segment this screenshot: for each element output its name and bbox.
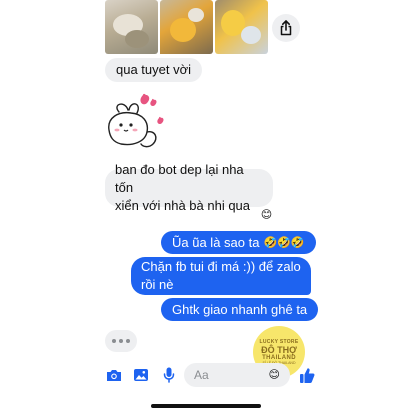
- emoji-button[interactable]: 😊: [269, 369, 280, 381]
- mic-button[interactable]: [160, 366, 178, 384]
- camera-icon: [107, 370, 121, 381]
- message-text: Ũa ũa là sao ta: [172, 234, 260, 250]
- reaction-emoji[interactable]: 😊: [259, 208, 274, 223]
- shared-photo[interactable]: [105, 0, 158, 54]
- typing-dots-icon: [112, 339, 116, 343]
- camera-button[interactable]: [105, 366, 123, 384]
- message-text: Ghtk giao nhanh ghê ta: [172, 301, 308, 317]
- outgoing-message[interactable]: Ghtk giao nhanh ghê ta: [161, 298, 319, 321]
- message-input[interactable]: Aa 😊: [184, 363, 290, 387]
- message-text: qua tuyet vời: [116, 62, 192, 77]
- incoming-message[interactable]: ban đo bot dep lại nha tốn xiển với nhà …: [105, 162, 273, 213]
- outgoing-message[interactable]: Ũa ũa là sao ta 🤣🤣🤣: [161, 231, 316, 254]
- message-input-placeholder: Aa: [194, 368, 209, 382]
- share-button[interactable]: [272, 14, 300, 42]
- shared-photo[interactable]: [160, 0, 213, 54]
- bunny-sticker[interactable]: [103, 92, 175, 154]
- outgoing-message[interactable]: Chặn fb tui đi má :)) để zalo rồi nè: [131, 257, 311, 295]
- message-text: ban đo bot dep lại nha tốn xiển với nhà …: [115, 162, 251, 213]
- share-icon: [280, 20, 292, 36]
- shared-photo[interactable]: [215, 0, 268, 54]
- message-text: Chặn fb tui đi má :)) để zalo rồi nè: [141, 259, 301, 292]
- message-emoji: 🤣🤣🤣: [263, 236, 305, 249]
- like-button[interactable]: [298, 365, 316, 385]
- shared-photos: [105, 0, 268, 54]
- mic-icon: [163, 367, 175, 383]
- gallery-icon: [134, 369, 148, 381]
- incoming-message[interactable]: qua tuyet vời: [105, 58, 203, 82]
- like-icon: [300, 367, 315, 383]
- gallery-button[interactable]: [132, 366, 150, 384]
- typing-indicator: [105, 330, 137, 352]
- home-indicator: [151, 404, 261, 408]
